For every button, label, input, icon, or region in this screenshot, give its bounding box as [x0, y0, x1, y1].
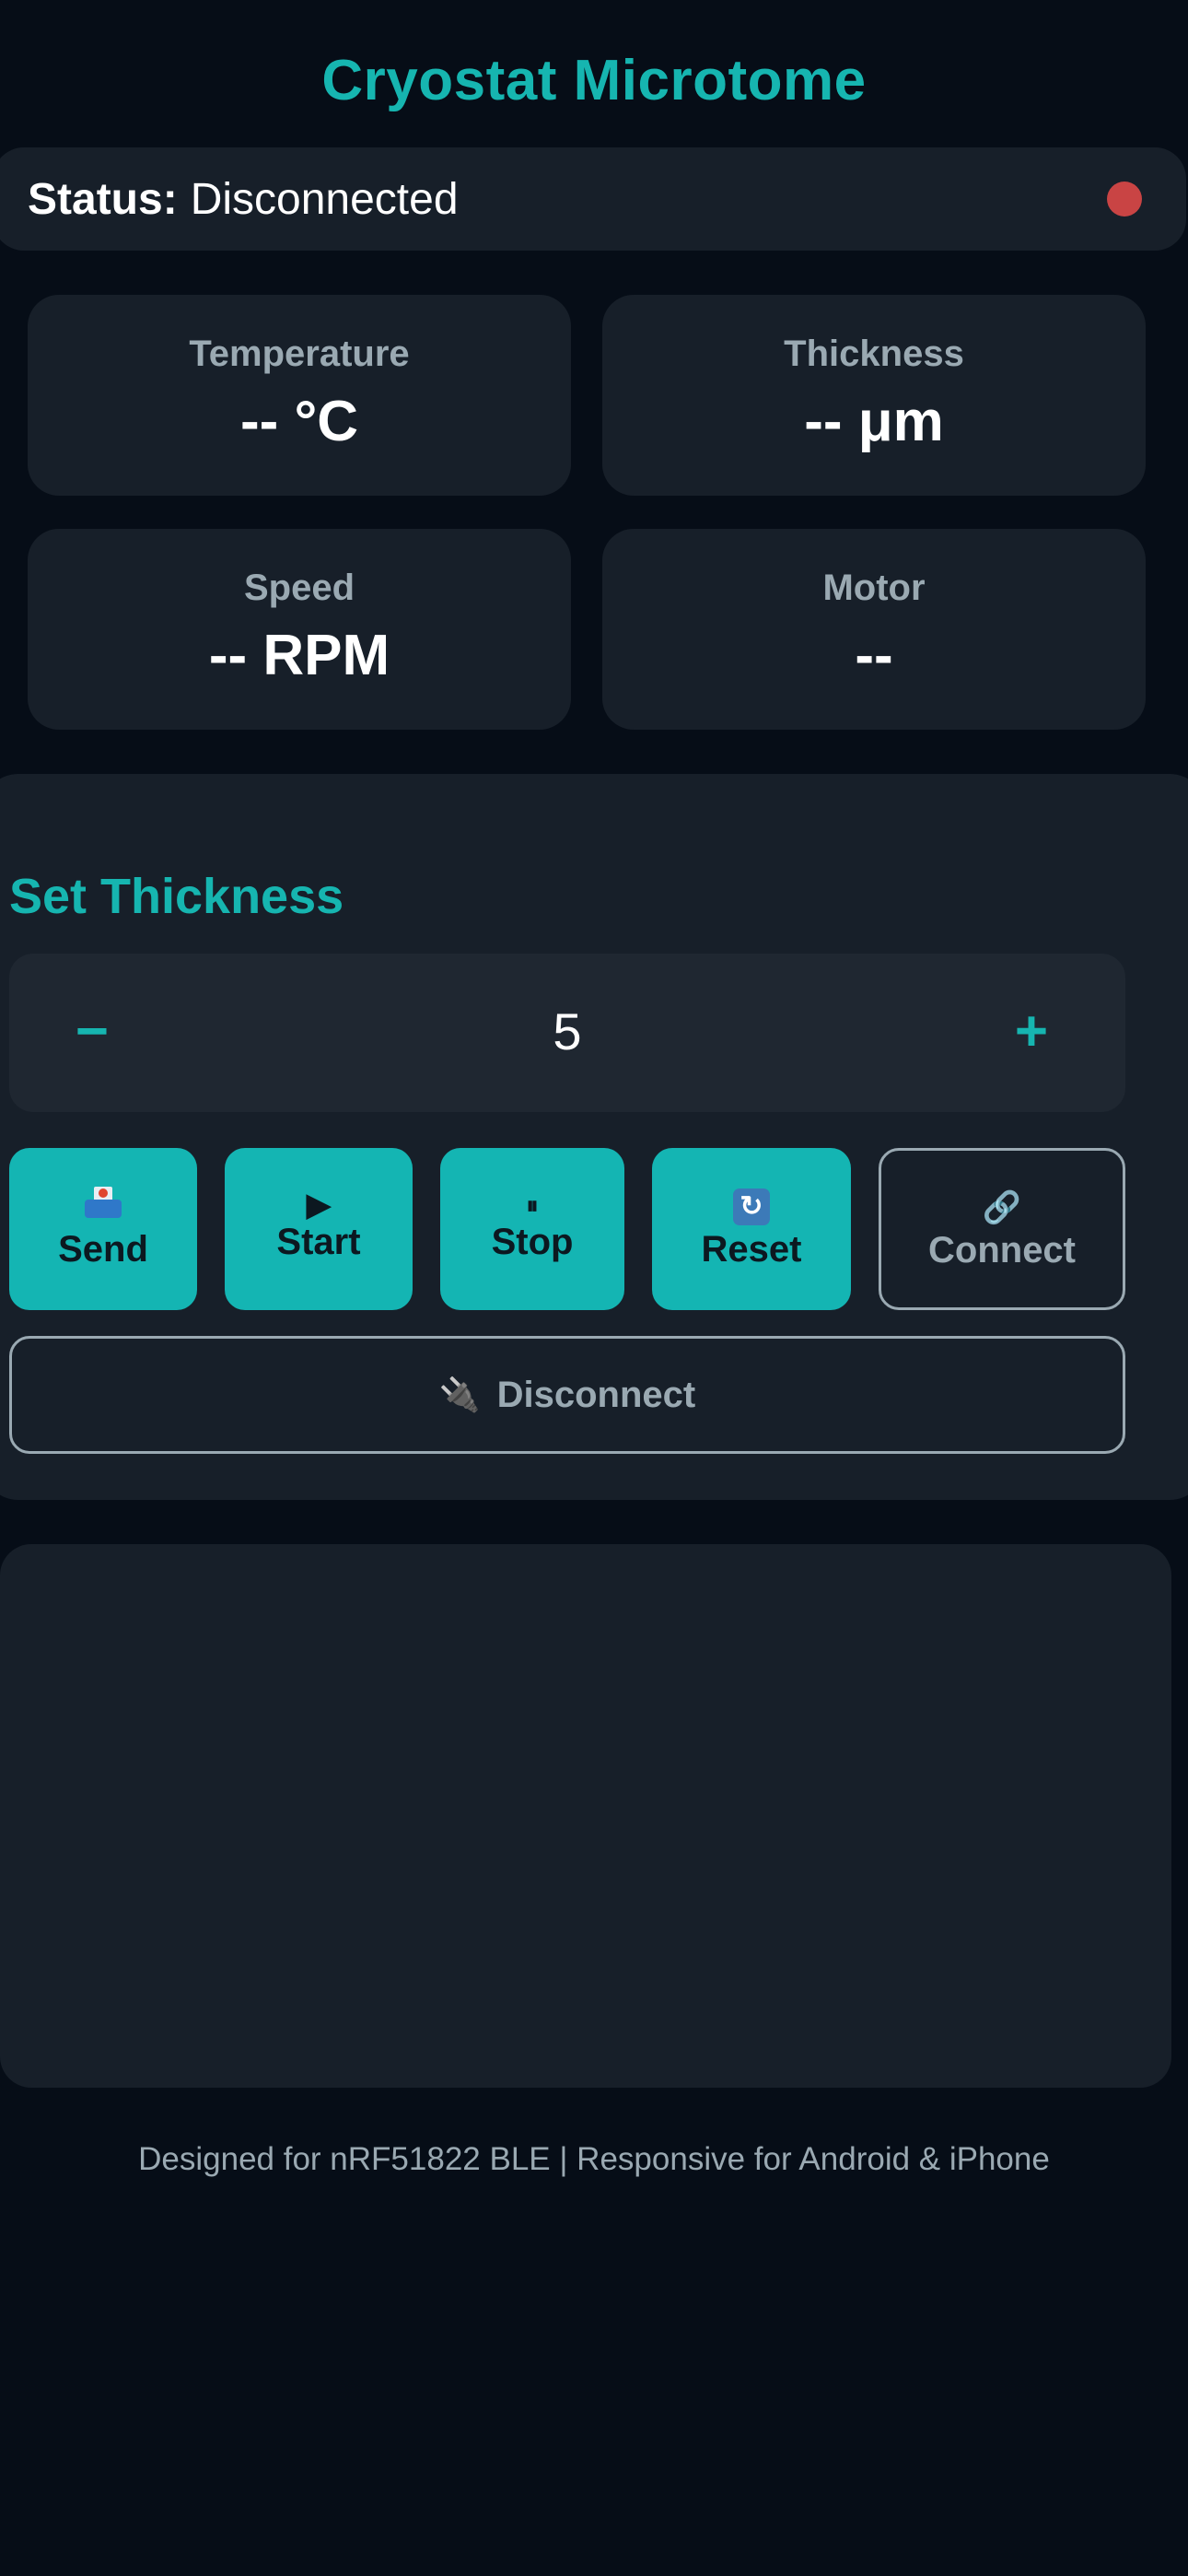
temperature-value: -- °C	[239, 390, 359, 453]
temperature-label: Temperature	[189, 334, 410, 374]
status-bar: Status: Disconnected	[0, 147, 1186, 251]
speed-card: Speed -- RPM	[28, 529, 571, 730]
reset-button-label: Reset	[701, 1229, 802, 1270]
plug-icon: 🔌	[438, 1376, 481, 1413]
play-icon: ▶	[306, 1188, 332, 1223]
status-indicator-dot	[1107, 181, 1142, 217]
motor-label: Motor	[822, 568, 926, 608]
connect-button-label: Connect	[928, 1230, 1076, 1270]
temperature-card: Temperature -- °C	[28, 295, 571, 496]
motor-card: Motor --	[602, 529, 1146, 730]
thickness-label: Thickness	[784, 334, 964, 374]
log-panel	[0, 1544, 1171, 2088]
start-button-label: Start	[276, 1222, 361, 1262]
stop-button[interactable]: ⏸ Stop	[440, 1148, 624, 1310]
reset-button[interactable]: ↻ Reset	[652, 1148, 851, 1310]
app-root: Cryostat Microtome Status: Disconnected …	[0, 0, 1188, 2576]
disconnect-button-label: Disconnect	[496, 1374, 696, 1415]
motor-value: --	[855, 624, 893, 687]
speed-value: -- RPM	[208, 624, 390, 687]
send-button-label: Send	[58, 1229, 148, 1270]
link-icon: 🔗	[982, 1190, 1022, 1225]
send-button[interactable]: Send	[9, 1148, 197, 1310]
inbox-tray-icon	[9, 1187, 197, 1226]
footer-text: Designed for nRF51822 BLE | Responsive f…	[138, 2141, 1050, 2177]
speed-label: Speed	[243, 568, 355, 608]
status-label: Status:	[28, 174, 178, 224]
disconnect-button[interactable]: 🔌 Disconnect	[9, 1336, 1125, 1454]
set-thickness-title: Set Thickness	[9, 869, 344, 924]
increment-button[interactable]: +	[995, 1000, 1068, 1064]
control-panel: Set Thickness − 5 + Send ▶ Start ⏸ Stop …	[0, 774, 1188, 1500]
thickness-stepper-value[interactable]: 5	[9, 1001, 1125, 1061]
refresh-icon: ↻	[652, 1187, 851, 1225]
connect-button[interactable]: 🔗 Connect	[879, 1148, 1125, 1310]
thickness-stepper: − 5 +	[9, 954, 1125, 1112]
stop-button-label: Stop	[491, 1222, 574, 1262]
thickness-card: Thickness -- μm	[602, 295, 1146, 496]
pause-icon: ⏸	[526, 1191, 539, 1219]
page-title: Cryostat Microtome	[321, 49, 867, 112]
thickness-value: -- μm	[804, 390, 944, 453]
status-value: Disconnected	[190, 174, 459, 224]
start-button[interactable]: ▶ Start	[225, 1148, 413, 1310]
